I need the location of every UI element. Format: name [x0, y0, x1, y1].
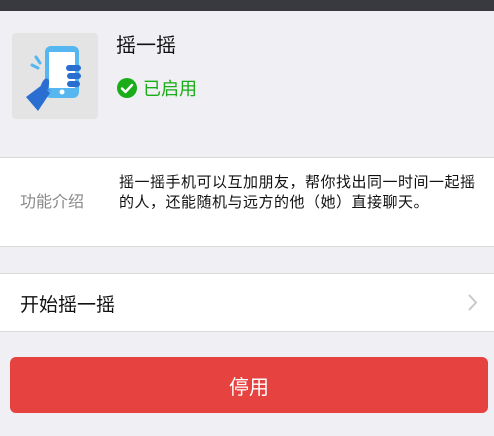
feature-intro-section: 功能介绍 摇一摇手机可以互加朋友，帮你找出同一时间一起摇的人，还能随机与远方的他…: [0, 157, 494, 247]
app-name: 摇一摇: [116, 33, 176, 57]
status-indicator: 已启用: [116, 75, 197, 101]
intro-label: 功能介绍: [20, 192, 85, 211]
start-shake-row[interactable]: 开始摇一摇: [0, 273, 494, 332]
intro-text: 摇一摇手机可以互加朋友，帮你找出同一时间一起摇的人，还能随机与远方的他（她）直接…: [119, 173, 476, 211]
shake-phone-icon: [12, 33, 98, 119]
top-bar: [0, 0, 494, 11]
status-text: 已启用: [143, 79, 197, 100]
app-header: 摇一摇 已启用: [0, 11, 494, 146]
check-circle-icon: [116, 77, 138, 99]
disable-button[interactable]: 停用: [10, 357, 488, 413]
chevron-right-icon: [468, 294, 478, 311]
start-shake-label: 开始摇一摇: [20, 294, 116, 316]
